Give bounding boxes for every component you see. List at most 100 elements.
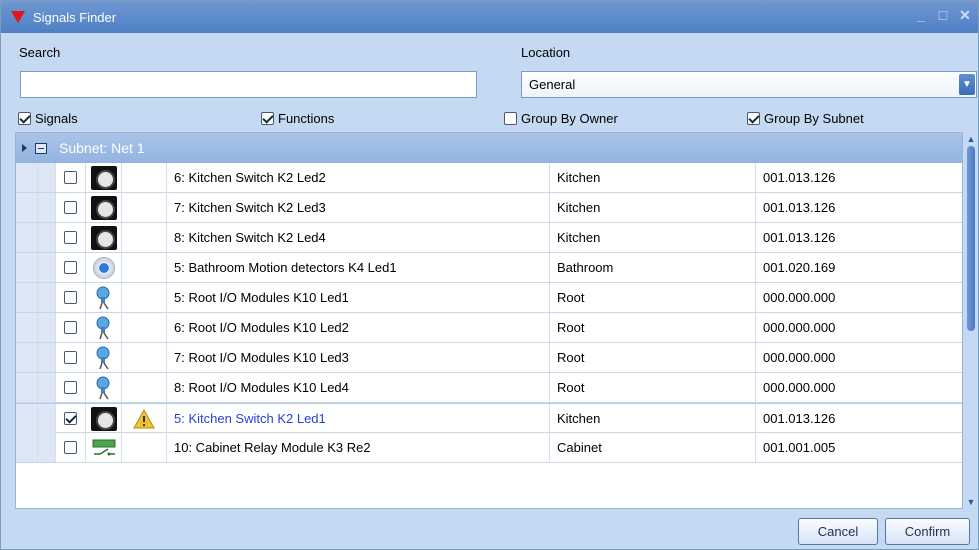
row-indicator[interactable] — [16, 343, 38, 372]
table-row[interactable]: 5: Root I/O Modules K10 Led1 Root 000.000.… — [16, 283, 962, 313]
row-checkbox[interactable] — [64, 291, 77, 304]
row-name: 10: Cabinet Relay Module K3 Re2 — [167, 433, 550, 462]
row-location: Cabinet — [550, 433, 756, 462]
maximize-icon[interactable]: □ — [936, 8, 950, 22]
row-address: 000.000.000 — [763, 380, 836, 395]
row-warning-cell — [122, 313, 167, 342]
row-checkbox-cell[interactable] — [56, 343, 86, 372]
row-checkbox-cell[interactable] — [56, 433, 86, 462]
table-row[interactable]: 6: Kitchen Switch K2 Led2 Kitchen 001.013.… — [16, 163, 962, 193]
switch-icon — [90, 406, 117, 431]
row-checkbox[interactable] — [64, 261, 77, 274]
row-location: Root — [550, 283, 756, 312]
row-icon-cell — [86, 343, 122, 372]
row-icon-cell — [86, 373, 122, 402]
row-indicator[interactable] — [16, 253, 38, 282]
row-checkbox[interactable] — [64, 231, 77, 244]
row-location: Root — [550, 313, 756, 342]
window-title: Signals Finder — [33, 9, 117, 25]
search-input[interactable] — [20, 71, 477, 98]
row-checkbox[interactable] — [64, 171, 77, 184]
scroll-down-icon[interactable]: ▼ — [966, 497, 976, 507]
table-row[interactable]: 10: Cabinet Relay Module K3 Re2 Cabinet 00… — [16, 433, 962, 463]
row-location: Kitchen — [550, 223, 756, 252]
table-row[interactable]: 7: Kitchen Switch K2 Led3 Kitchen 001.013.… — [16, 193, 962, 223]
group-by-subnet-label: Group By Subnet — [764, 111, 864, 126]
row-checkbox[interactable] — [64, 351, 77, 364]
subnet-group-header[interactable]: Subnet: Net 1 — [16, 133, 962, 163]
row-warning-cell — [122, 373, 167, 402]
row-indicator[interactable] — [16, 373, 38, 402]
row-padding — [38, 404, 56, 433]
row-indicator[interactable] — [16, 433, 38, 462]
row-name: 8: Kitchen Switch K2 Led4 — [167, 223, 550, 252]
row-checkbox[interactable] — [64, 201, 77, 214]
search-label: Search — [19, 45, 61, 60]
table-row[interactable]: 8: Kitchen Switch K2 Led4 Kitchen 001.013.… — [16, 223, 962, 253]
functions-filter[interactable]: Functions — [261, 111, 334, 126]
group-by-owner-checkbox[interactable] — [504, 112, 517, 125]
row-checkbox[interactable] — [64, 321, 77, 334]
row-location: Root — [550, 373, 756, 402]
row-checkbox-cell[interactable] — [56, 163, 86, 192]
collapse-icon[interactable] — [35, 142, 47, 154]
row-indicator[interactable] — [16, 313, 38, 342]
close-icon[interactable]: ✕ — [958, 8, 972, 22]
vertical-scrollbar[interactable]: ▲ ▼ — [964, 132, 978, 509]
functions-checkbox[interactable] — [261, 112, 274, 125]
row-indicator[interactable] — [16, 223, 38, 252]
signals-filter[interactable]: Signals — [18, 111, 78, 126]
row-icon-cell — [86, 223, 122, 252]
row-warning-cell — [122, 163, 167, 192]
table-row[interactable]: 7: Root I/O Modules K10 Led3 Root 000.000.… — [16, 343, 962, 373]
row-indicator[interactable] — [16, 283, 38, 312]
location-value: General — [529, 77, 576, 92]
table-row[interactable]: 5: Kitchen Switch K2 Led1 Kitchen 001.013.… — [16, 403, 962, 433]
scroll-thumb[interactable] — [967, 146, 975, 331]
row-indicator[interactable] — [16, 163, 38, 192]
relay-icon — [92, 439, 115, 455]
row-icon-cell — [86, 404, 122, 433]
row-checkbox-cell[interactable] — [56, 193, 86, 222]
row-checkbox-cell[interactable] — [56, 313, 86, 342]
title-bar[interactable]: Signals Finder _ □ ✕ — [1, 1, 978, 33]
functions-filter-label: Functions — [278, 111, 335, 126]
table-row[interactable]: 5: Bathroom Motion detectors K4 Led1 Bath… — [16, 253, 962, 283]
row-padding — [38, 313, 56, 342]
signal-rows: 6: Kitchen Switch K2 Led2 Kitchen 001.013.… — [16, 163, 962, 463]
scroll-up-icon[interactable]: ▲ — [966, 134, 976, 144]
row-padding — [38, 373, 56, 402]
row-indicator[interactable] — [16, 404, 38, 433]
table-row[interactable]: 6: Root I/O Modules K10 Led2 Root 000.000.… — [16, 313, 962, 343]
group-by-subnet-filter[interactable]: Group By Subnet — [747, 111, 864, 126]
row-checkbox-cell[interactable] — [56, 223, 86, 252]
row-warning-cell — [122, 253, 167, 282]
table-row[interactable]: 8: Root I/O Modules K10 Led4 Root 000.000.… — [16, 373, 962, 403]
cancel-button[interactable]: Cancel — [798, 518, 878, 545]
row-indicator[interactable] — [16, 193, 38, 222]
io-module-icon — [96, 346, 109, 369]
signals-finder-window: Signals Finder _ □ ✕ Search Location Gen… — [0, 0, 979, 550]
confirm-button[interactable]: Confirm — [885, 518, 970, 545]
location-select[interactable]: General ▼ — [521, 71, 977, 98]
signals-filter-label: Signals — [35, 111, 78, 126]
row-checkbox[interactable] — [64, 441, 77, 454]
group-by-subnet-checkbox[interactable] — [747, 112, 760, 125]
row-warning-cell — [122, 223, 167, 252]
signals-checkbox[interactable] — [18, 112, 31, 125]
row-checkbox-cell[interactable] — [56, 404, 86, 433]
switch-icon — [90, 165, 117, 190]
row-checkbox[interactable] — [64, 381, 77, 394]
row-checkbox-cell[interactable] — [56, 253, 86, 282]
row-checkbox-cell[interactable] — [56, 373, 86, 402]
chevron-down-icon[interactable]: ▼ — [959, 74, 975, 95]
row-name: 8: Root I/O Modules K10 Led4 — [167, 373, 550, 402]
group-by-owner-filter[interactable]: Group By Owner — [504, 111, 618, 126]
switch-icon — [90, 225, 117, 250]
row-padding — [38, 433, 56, 462]
minimize-icon[interactable]: _ — [914, 8, 928, 22]
row-checkbox[interactable] — [64, 412, 77, 425]
row-checkbox-cell[interactable] — [56, 283, 86, 312]
row-address: 001.013.126 — [763, 230, 836, 245]
row-location: Kitchen — [550, 193, 756, 222]
